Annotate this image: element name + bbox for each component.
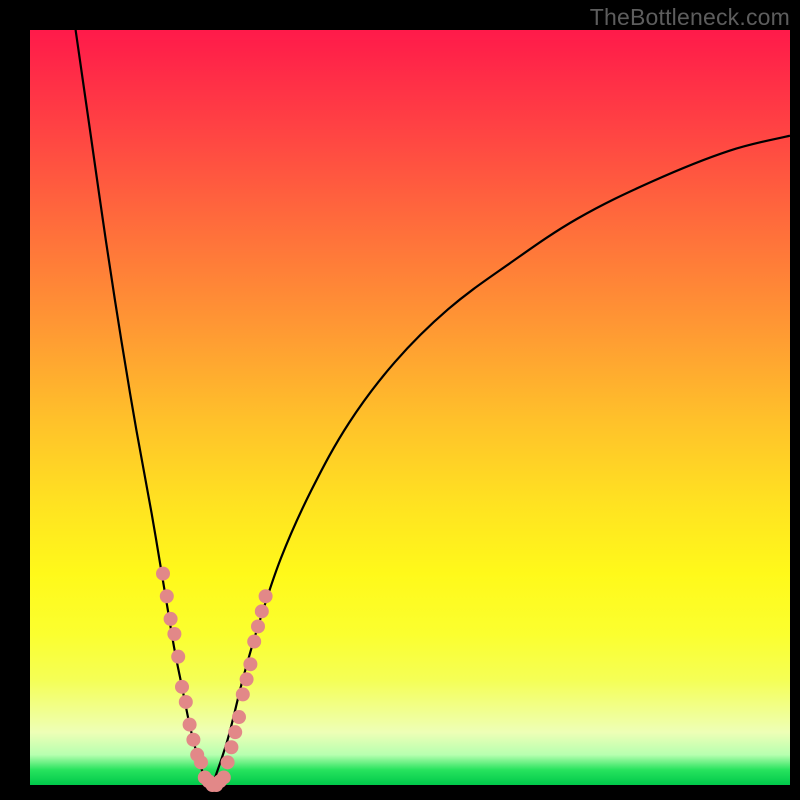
watermark-text: TheBottleneck.com bbox=[590, 4, 790, 31]
data-marker bbox=[164, 612, 178, 626]
data-marker bbox=[175, 680, 189, 694]
right-curve bbox=[212, 136, 790, 785]
marker-group bbox=[156, 567, 273, 792]
data-marker bbox=[251, 619, 265, 633]
left-curve bbox=[76, 30, 213, 785]
chart-frame: TheBottleneck.com bbox=[0, 0, 800, 800]
data-marker bbox=[240, 672, 254, 686]
data-marker bbox=[217, 770, 231, 784]
data-marker bbox=[243, 657, 257, 671]
data-marker bbox=[228, 725, 242, 739]
data-marker bbox=[171, 650, 185, 664]
data-marker bbox=[160, 589, 174, 603]
data-marker bbox=[167, 627, 181, 641]
data-marker bbox=[221, 755, 235, 769]
curve-group bbox=[76, 30, 790, 785]
data-marker bbox=[186, 733, 200, 747]
data-marker bbox=[156, 567, 170, 581]
data-marker bbox=[255, 604, 269, 618]
data-marker bbox=[259, 589, 273, 603]
data-marker bbox=[224, 740, 238, 754]
data-marker bbox=[247, 635, 261, 649]
data-marker bbox=[232, 710, 246, 724]
data-marker bbox=[183, 718, 197, 732]
plot-area bbox=[30, 30, 790, 785]
data-marker bbox=[236, 687, 250, 701]
data-marker bbox=[194, 755, 208, 769]
data-marker bbox=[179, 695, 193, 709]
curves-svg bbox=[30, 30, 790, 785]
